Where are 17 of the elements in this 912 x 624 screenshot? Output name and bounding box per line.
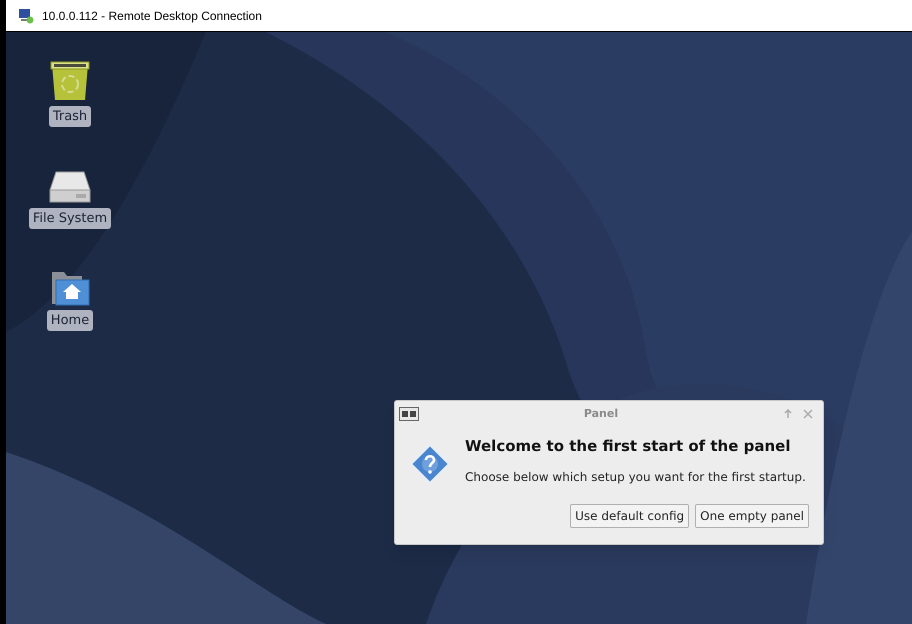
dialog-message: Choose below which setup you want for the first startup. [465,468,806,486]
dialog-heading: Welcome to the first start of the panel [465,436,792,457]
question-icon [409,443,451,485]
panel-app-icon [399,407,419,421]
window-title: 10.0.0.112 - Remote Desktop Connection [42,8,262,24]
dialog-title: Panel [582,406,620,422]
hard-drive-icon [48,170,92,204]
desktop-icon-label[interactable]: Trash [48,106,92,127]
remote-monitor-icon [18,8,34,24]
dialog-button[interactable]: Use default config [570,504,690,528]
close-icon[interactable] [803,409,813,419]
desktop-icon-label[interactable]: File System [28,208,112,229]
dialog-button[interactable]: One empty panel [695,504,809,528]
trash-can-icon [48,60,92,102]
up-arrow-icon[interactable] [783,409,793,419]
home-folder-icon [50,270,90,306]
desktop-icon-label[interactable]: Home [46,310,94,331]
